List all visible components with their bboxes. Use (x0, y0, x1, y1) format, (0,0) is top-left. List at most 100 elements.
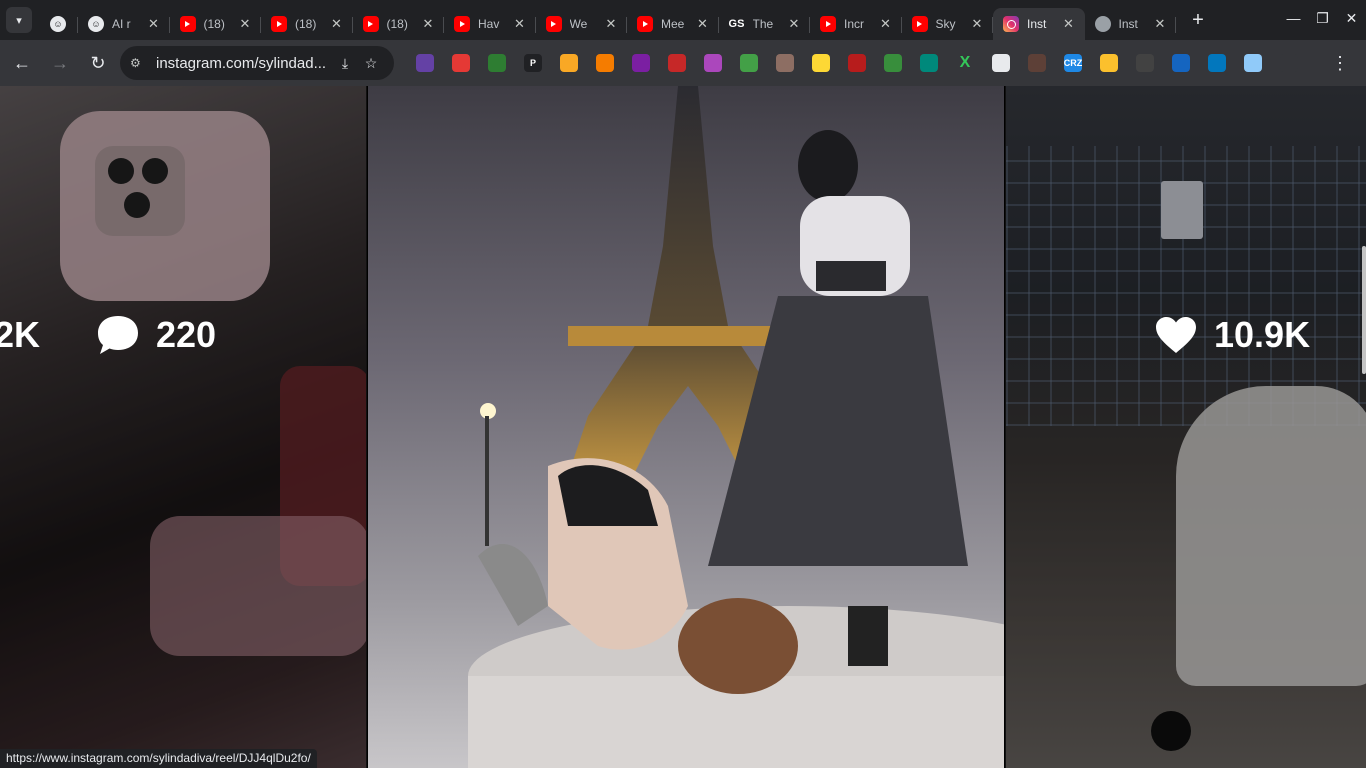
globe-icon (1094, 16, 1111, 32)
puzzle-ext-icon[interactable] (1280, 54, 1298, 72)
tab-3[interactable]: (18) ✕ (261, 8, 353, 40)
close-tab-icon[interactable]: ✕ (237, 16, 253, 32)
reel-thumbnail-right[interactable]: 10.9K (1006, 86, 1366, 768)
blue-square-ext-icon[interactable] (1208, 54, 1226, 72)
tab-9[interactable]: Incr ✕ (810, 8, 902, 40)
minimize-icon[interactable]: — (1279, 0, 1308, 36)
tab-2[interactable]: (18) ✕ (170, 8, 262, 40)
page-scrollbar[interactable] (1362, 246, 1366, 374)
crz-ext-icon[interactable]: CRZ (1064, 54, 1082, 72)
likes-count-partial: 2K (0, 314, 41, 355)
ghost-ext-icon[interactable] (920, 54, 938, 72)
lock-ext-icon[interactable] (1172, 54, 1190, 72)
tab-7[interactable]: Mee ✕ (627, 8, 719, 40)
close-tab-icon[interactable]: ✕ (969, 16, 985, 32)
close-tab-icon[interactable]: ✕ (786, 16, 802, 32)
browser-menu-icon[interactable]: ⋮ (1324, 47, 1356, 79)
tab-title: Mee (661, 17, 685, 31)
tile-ext-icon[interactable] (1244, 54, 1262, 72)
car-ext-icon[interactable] (992, 54, 1010, 72)
tab-search-button[interactable]: ▾ (6, 7, 32, 33)
tab-title: Incr (844, 17, 865, 31)
tab-title: (18) (386, 17, 408, 31)
tab-title: Hav (478, 17, 500, 31)
eiffel-tower-photo (368, 86, 1004, 768)
extensions-bar: P X CRZ (407, 54, 1307, 72)
tab-title: Inst (1027, 17, 1047, 31)
tab-title: AI r (112, 17, 131, 31)
close-tab-icon[interactable]: ✕ (1061, 16, 1077, 32)
orange-ext-icon[interactable] (596, 54, 614, 72)
mask-ext-icon[interactable] (1028, 54, 1046, 72)
game-ext-icon[interactable] (668, 54, 686, 72)
bookmark-star-icon[interactable]: ☆ (358, 55, 384, 72)
close-tab-icon[interactable]: ✕ (146, 16, 162, 32)
x-ext-icon[interactable]: X (956, 54, 974, 72)
close-tab-icon[interactable]: ✕ (512, 16, 528, 32)
back-button[interactable]: ← (6, 47, 38, 79)
drive-ext-icon[interactable] (1100, 54, 1118, 72)
close-tab-icon[interactable]: ✕ (603, 16, 619, 32)
avatar-ext-icon[interactable] (776, 54, 794, 72)
reel-thumbnail-left[interactable]: 2K 220 (0, 86, 366, 768)
comments-stat: 220 (96, 314, 216, 356)
close-tab-icon[interactable]: ✕ (1152, 16, 1168, 32)
tab-12[interactable]: Inst ✕ (1085, 8, 1177, 40)
reel-thumbnail-center[interactable] (367, 86, 1005, 768)
tab-title: (18) (295, 17, 317, 31)
close-tab-icon[interactable]: ✕ (329, 16, 345, 32)
tab-strip: ▾ ☺ ☺ AI r ✕ (18) ✕ (18) ✕ (18) ✕ Hav ✕ We ✕ Mee ✕ GS The… (0, 0, 1366, 40)
forward-button[interactable]: → (44, 47, 76, 79)
youtube-icon (179, 16, 196, 32)
youtube-icon (637, 16, 653, 32)
green-block-ext-icon[interactable] (740, 54, 758, 72)
skull-ext-icon[interactable] (848, 54, 866, 72)
dots-ext-icon[interactable] (1136, 54, 1154, 72)
purple-circle-ext-icon[interactable] (632, 54, 650, 72)
tab-title: Inst (1118, 17, 1138, 31)
link-status-bar: https://www.instagram.com/sylindadiva/re… (0, 749, 317, 768)
ai-face-icon: ☺ (88, 16, 104, 32)
restore-icon[interactable]: ❐ (1308, 0, 1337, 36)
green-robot-ext-icon[interactable] (884, 54, 902, 72)
tab-list: ☺ ☺ AI r ✕ (18) ✕ (18) ✕ (18) ✕ Hav ✕ We ✕ Mee ✕ GS The ✕ I… (40, 0, 1176, 40)
hover-overlay (1006, 86, 1366, 768)
close-tab-icon[interactable]: ✕ (695, 16, 711, 32)
tab-4[interactable]: (18) ✕ (353, 8, 445, 40)
chevron-down-icon: ▾ (16, 14, 22, 27)
youtube-icon (362, 16, 379, 32)
reload-button[interactable]: ↻ (82, 47, 114, 79)
p-ext-icon[interactable]: P (524, 54, 542, 72)
tab-1[interactable]: ☺ AI r ✕ (78, 8, 170, 40)
close-tab-icon[interactable]: ✕ (878, 16, 894, 32)
window-controls: — ❐ ✕ (1279, 0, 1366, 36)
tab-10[interactable]: Sky ✕ (902, 8, 994, 40)
ai-face-icon: ☺ (50, 16, 66, 32)
red-shield-ext-icon[interactable] (452, 54, 470, 72)
close-tab-icon[interactable]: ✕ (420, 16, 436, 32)
youtube-icon (820, 16, 836, 32)
close-window-icon[interactable]: ✕ (1337, 0, 1366, 36)
tab-11[interactable]: Inst ✕ (993, 8, 1085, 40)
youtube-icon (454, 16, 470, 32)
brain-ext-icon[interactable] (704, 54, 722, 72)
medal-ext-icon[interactable] (560, 54, 578, 72)
tab-5[interactable]: Hav ✕ (444, 8, 536, 40)
reels-viewer: 2K 220 10.9K (0, 86, 1366, 768)
twitch-ext-icon[interactable] (416, 54, 434, 72)
tab-8[interactable]: GS The ✕ (719, 8, 811, 40)
tab-6[interactable]: We ✕ (536, 8, 628, 40)
tab-title: The (752, 17, 774, 31)
tab-0[interactable]: ☺ (40, 8, 78, 40)
address-bar[interactable]: ⚙ instagram.com/sylindad... ⤓ ☆ (120, 46, 394, 80)
browser-toolbar: ← → ↻ ⚙ instagram.com/sylindad... ⤓ ☆ P X… (0, 40, 1366, 86)
back-arrow-icon: ← (13, 52, 31, 73)
pacman-ext-icon[interactable] (812, 54, 830, 72)
address-url[interactable]: instagram.com/sylindad... (156, 55, 332, 72)
green-shield-ext-icon[interactable] (488, 54, 506, 72)
new-tab-button[interactable]: + (1184, 6, 1212, 34)
site-info-icon[interactable]: ⚙ (130, 56, 146, 70)
comments-count: 220 (156, 314, 217, 355)
install-app-icon[interactable]: ⤓ (332, 55, 358, 72)
instagram-icon (1003, 16, 1019, 32)
